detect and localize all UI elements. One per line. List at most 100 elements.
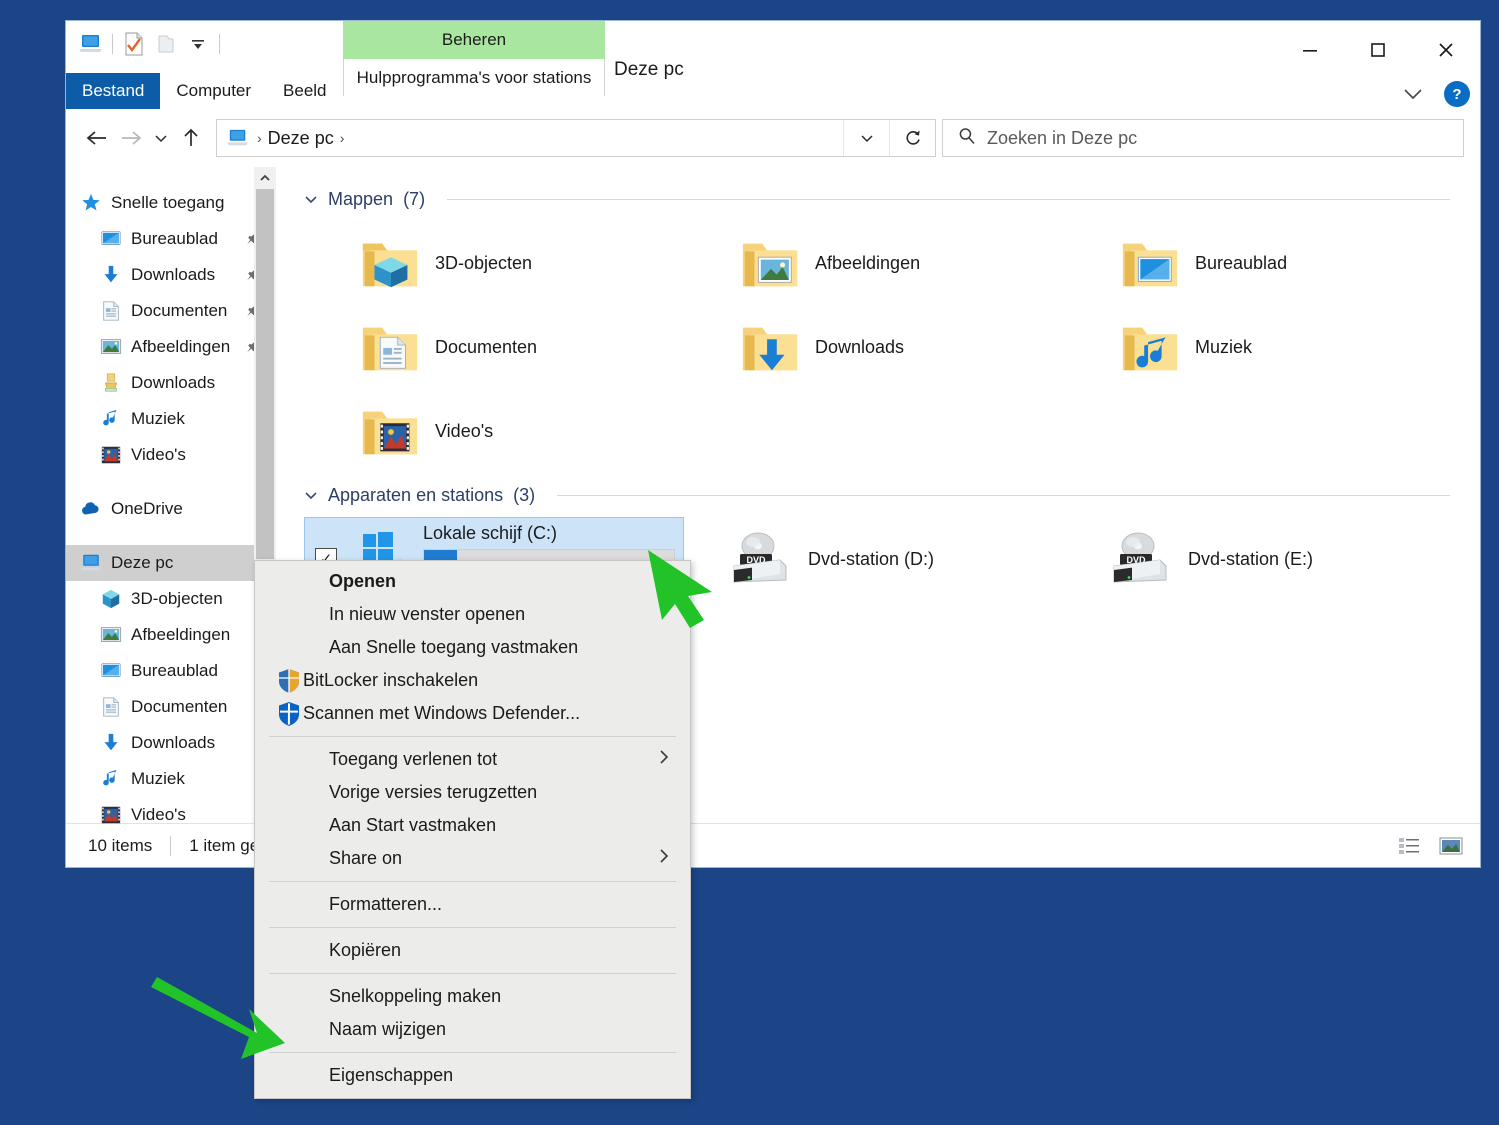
drive-tile[interactable]: DVD Dvd-station (E:) [1064,517,1444,601]
folder-tile[interactable]: Afbeeldingen [684,221,1064,305]
sidebar-item-afbeeldingen[interactable]: Afbeeldingen [66,617,276,653]
devices-group-header[interactable]: Apparaten en stations (3) [304,481,1480,509]
sidebar-item-video-s[interactable]: Video's [66,797,276,833]
chevron-down-icon[interactable] [1398,81,1428,107]
devices-group-count: (3) [513,484,536,505]
chevron-down-icon[interactable] [304,192,318,207]
sidebar-item-label: OneDrive [111,499,183,518]
folder-tile[interactable]: Documenten [304,305,684,389]
dvd-drive-icon: DVD [728,528,790,590]
properties-icon[interactable] [119,29,149,59]
sidebar-item-label: Documenten [131,697,228,716]
address-bar[interactable]: › Deze pc › [216,119,936,157]
context-menu-item-label: BitLocker inschakelen [303,670,479,690]
window-controls [1276,21,1480,79]
context-menu-item-aan-start-vastmaken[interactable]: Aan Start vastmaken [255,809,690,842]
recent-locations-button[interactable] [148,121,174,155]
sidebar-item-afbeeldingen[interactable]: Afbeeldingen [66,329,276,365]
context-menu-item-label: Eigenschappen [329,1065,454,1085]
sidebar-item-onedrive[interactable]: OneDrive [66,491,276,527]
context-menu-item-eigenschappen[interactable]: Eigenschappen [255,1059,690,1092]
context-menu-item-label: Share on [329,848,403,868]
toolbar-divider-2 [219,34,220,54]
context-menu-item-label: Toegang verlenen tot [329,749,498,769]
back-button[interactable] [80,121,114,155]
sidebar-item-muziek[interactable]: Muziek [66,401,276,437]
download-arrow-icon [100,264,122,286]
folders-group-header[interactable]: Mappen (7) [304,185,1480,213]
breadcrumb-separator-2[interactable]: › [338,130,347,146]
help-icon[interactable]: ? [1444,81,1470,107]
context-menu-item-in-nieuw-venster-openen[interactable]: In nieuw venster openen [255,598,690,631]
folder-tile-label: Muziek [1195,336,1253,357]
refresh-icon[interactable] [889,120,935,156]
contextual-group-title: Beheren [343,21,605,59]
context-menu-item-vorige-versies-terugzetten[interactable]: Vorige versies terugzetten [255,776,690,809]
this-pc-icon[interactable] [76,29,106,59]
address-dropdown-icon[interactable] [843,120,889,156]
context-menu-item-label: Naam wijzigen [329,1019,447,1039]
large-icons-view-icon[interactable] [1436,832,1466,860]
sidebar-item-documenten[interactable]: Documenten [66,689,276,725]
sidebar-item-label: Bureaublad [131,229,218,248]
context-menu-item-formatteren[interactable]: Formatteren... [255,888,690,921]
minimize-button[interactable] [1276,21,1344,79]
breadcrumb[interactable]: › Deze pc › [217,127,843,149]
sidebar-item-documenten[interactable]: Documenten [66,293,276,329]
maximize-button[interactable] [1344,21,1412,79]
view-mode-buttons [1394,832,1466,860]
sidebar-item-muziek[interactable]: Muziek [66,761,276,797]
folder-tile[interactable]: Video's [304,389,684,473]
sidebar-item-snelle-toegang[interactable]: Snelle toegang [66,185,276,221]
drive-tile[interactable]: DVD Dvd-station (D:) [684,517,1064,601]
folders-grid: 3D-objecten Afbeeldingen Bureaublad Documen… [304,221,1480,473]
chevron-down-icon[interactable] [304,488,318,503]
context-menu-item-openen[interactable]: Openen [255,565,690,598]
folder-tile[interactable]: Bureaublad [1064,221,1444,305]
folder-tile[interactable]: Downloads [684,305,1064,389]
sidebar-item-downloads[interactable]: Downloads [66,725,276,761]
up-button[interactable] [174,121,208,155]
context-menu-item-share-on[interactable]: Share on [255,842,690,875]
tab-bestand[interactable]: Bestand [66,73,161,109]
sidebar-item-3d-objecten[interactable]: 3D-objecten [66,581,276,617]
folder-tile-label: Documenten [435,336,538,357]
context-menu-item-aan-snelle-toegang-vastmaken[interactable]: Aan Snelle toegang vastmaken [255,631,690,664]
context-menu-item-label: Vorige versies terugzetten [329,782,538,802]
context-menu-item-label: Aan Snelle toegang vastmaken [329,637,579,657]
picture-icon [100,336,122,358]
tab-computer[interactable]: Computer [160,73,267,109]
forward-button[interactable] [114,121,148,155]
close-button[interactable] [1412,21,1480,79]
folder-tile-label: 3D-objecten [435,252,533,273]
context-menu-item-toegang-verlenen-tot[interactable]: Toegang verlenen tot [255,743,690,776]
customize-dropdown-icon[interactable] [183,29,213,59]
folder-tile[interactable]: 3D-objecten [304,221,684,305]
item-count-label: 10 items [88,835,153,855]
search-input[interactable]: Zoeken in Deze pc [942,119,1464,157]
scroll-up-icon[interactable] [254,167,276,189]
sidebar-item-bureaublad[interactable]: Bureaublad [66,653,276,689]
context-menu-item-naam-wijzigen[interactable]: Naam wijzigen [255,1013,690,1046]
tab-drive-tools[interactable]: Hulpprogramma's voor stations [343,59,605,96]
sidebar-item-deze-pc[interactable]: Deze pc [66,545,276,581]
folder-tile[interactable]: Muziek [1064,305,1444,389]
context-menu-item-bitlocker-inschakelen[interactable]: BitLocker inschakelen [255,664,690,697]
sidebar-item-downloads[interactable]: Downloads [66,365,276,401]
tab-beeld[interactable]: Beeld [267,73,342,109]
breadcrumb-separator-1[interactable]: › [255,130,264,146]
sidebar-item-video-s[interactable]: Video's [66,437,276,473]
context-menu-item-scannen-met-windows-defender[interactable]: Scannen met Windows Defender... [255,697,690,730]
context-menu-separator [269,927,676,928]
scrollbar-thumb[interactable] [256,189,274,559]
context-menu-item-kopi-ren[interactable]: Kopiëren [255,934,690,967]
new-folder-icon[interactable] [151,29,181,59]
drive-name-label: Dvd-station (D:) [808,548,935,569]
breadcrumb-item-this-pc[interactable]: Deze pc [268,128,334,149]
sidebar-item-downloads[interactable]: Downloads [66,257,276,293]
quick-access-toolbar [76,27,224,61]
context-menu-item-snelkoppeling-maken[interactable]: Snelkoppeling maken [255,980,690,1013]
desktop-icon [100,228,122,250]
details-view-icon[interactable] [1394,832,1424,860]
sidebar-item-bureaublad[interactable]: Bureaublad [66,221,276,257]
